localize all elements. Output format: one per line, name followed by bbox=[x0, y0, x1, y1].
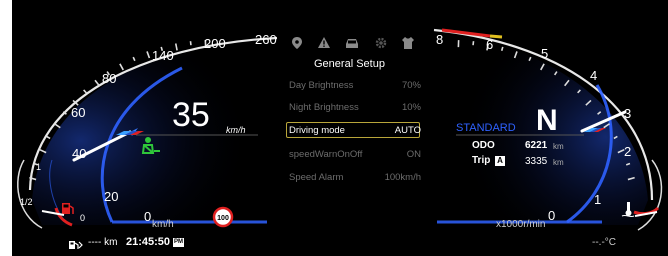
menu-item-value: 10% bbox=[401, 101, 421, 113]
tick-mark bbox=[83, 89, 87, 94]
menu-item-label: Day Brightness bbox=[289, 79, 354, 91]
menu-item-value: 70% bbox=[401, 79, 421, 91]
tachometer-unit-label: x1000r/min bbox=[496, 219, 546, 230]
speed-unit-label: km/h bbox=[226, 125, 246, 135]
menu-item-label: Night Brightness bbox=[289, 101, 359, 113]
menu-item-speed-warn[interactable]: speedWarnOnOff ON bbox=[289, 147, 421, 161]
speed-limit-value: 100 bbox=[217, 215, 229, 222]
menu-item-day-brightness[interactable]: Day Brightness 70% bbox=[289, 78, 421, 92]
fuel-half-label: 1/2 bbox=[20, 197, 33, 207]
speed-readout: 35 bbox=[172, 96, 210, 134]
trip-letter-badge: A bbox=[495, 156, 505, 166]
tick-mark bbox=[54, 123, 61, 129]
menu-item-value: 100km/h bbox=[384, 171, 421, 183]
fuel-empty-label: 0 bbox=[80, 213, 85, 223]
warning-triangle-icon[interactable] bbox=[318, 37, 330, 48]
menu-item-driving-mode[interactable]: Driving mode AUTO bbox=[289, 123, 421, 137]
speed-tick-80: 80 bbox=[102, 71, 116, 86]
outside-temperature: --.-°C bbox=[592, 237, 616, 248]
shirt-icon[interactable] bbox=[402, 37, 414, 49]
trip-value: 3335 bbox=[525, 156, 548, 167]
instrument-cluster: 0 20 40 60 80 140 200 260 1 1/2 0 100 8 bbox=[12, 0, 668, 256]
rpm-tick-1: 1 bbox=[594, 192, 601, 207]
menu-item-value: ON bbox=[406, 148, 421, 160]
tick-mark bbox=[500, 46, 504, 51]
menu-item-label: speedWarnOnOff bbox=[289, 148, 363, 160]
tick-mark bbox=[132, 56, 136, 62]
gear-indicator: N bbox=[536, 104, 558, 137]
speed-tick-260: 260 bbox=[255, 32, 277, 47]
menu-item-night-brightness[interactable]: Night Brightness 10% bbox=[289, 100, 421, 114]
speed-tick-140: 140 bbox=[152, 48, 174, 63]
fuel-full-label: 1 bbox=[36, 162, 41, 172]
odometer-value: 6221 bbox=[525, 140, 548, 151]
car-icon[interactable] bbox=[346, 39, 358, 48]
tick-mark bbox=[46, 135, 51, 140]
speed-tick-200: 200 bbox=[204, 36, 226, 51]
rpm-tick-8: 8 bbox=[436, 32, 443, 47]
menu-item-value: AUTO bbox=[394, 124, 421, 136]
clock-ampm-badge: PM bbox=[173, 238, 184, 247]
gear-icon[interactable] bbox=[375, 37, 387, 49]
rpm-tick-6: 6 bbox=[486, 37, 493, 52]
speed-tick-60: 60 bbox=[71, 105, 85, 120]
odometer-unit: km bbox=[553, 142, 564, 151]
drive-mode-label: STANDARD bbox=[456, 122, 516, 134]
rpm-tick-0: 0 bbox=[548, 208, 555, 223]
menu-item-speed-alarm[interactable]: Speed Alarm 100km/h bbox=[289, 170, 421, 184]
trip-unit: km bbox=[553, 158, 564, 167]
range-readout: ---- km bbox=[88, 237, 118, 248]
rpm-tick-2: 2 bbox=[624, 144, 631, 159]
rpm-tick-4: 4 bbox=[590, 68, 597, 83]
range-icon bbox=[69, 237, 83, 249]
odometer-label: ODO bbox=[472, 140, 495, 151]
speed-tick-0: 0 bbox=[144, 209, 151, 224]
speed-tick-20: 20 bbox=[104, 189, 118, 204]
trip-label: Trip bbox=[472, 155, 491, 166]
rpm-tick-5: 5 bbox=[541, 46, 548, 61]
tick-mark bbox=[119, 63, 124, 71]
tick-mark bbox=[146, 51, 151, 59]
menu-item-label: Driving mode bbox=[289, 124, 345, 136]
menu-title: General Setup bbox=[314, 58, 385, 70]
menu-item-label: Speed Alarm bbox=[289, 171, 344, 183]
location-pin-icon[interactable] bbox=[292, 37, 302, 49]
speedometer-unit-label: km/h bbox=[152, 219, 174, 230]
tick-mark bbox=[174, 43, 178, 51]
clock-time: 21:45:50 bbox=[126, 236, 171, 248]
tick-mark bbox=[94, 79, 100, 87]
